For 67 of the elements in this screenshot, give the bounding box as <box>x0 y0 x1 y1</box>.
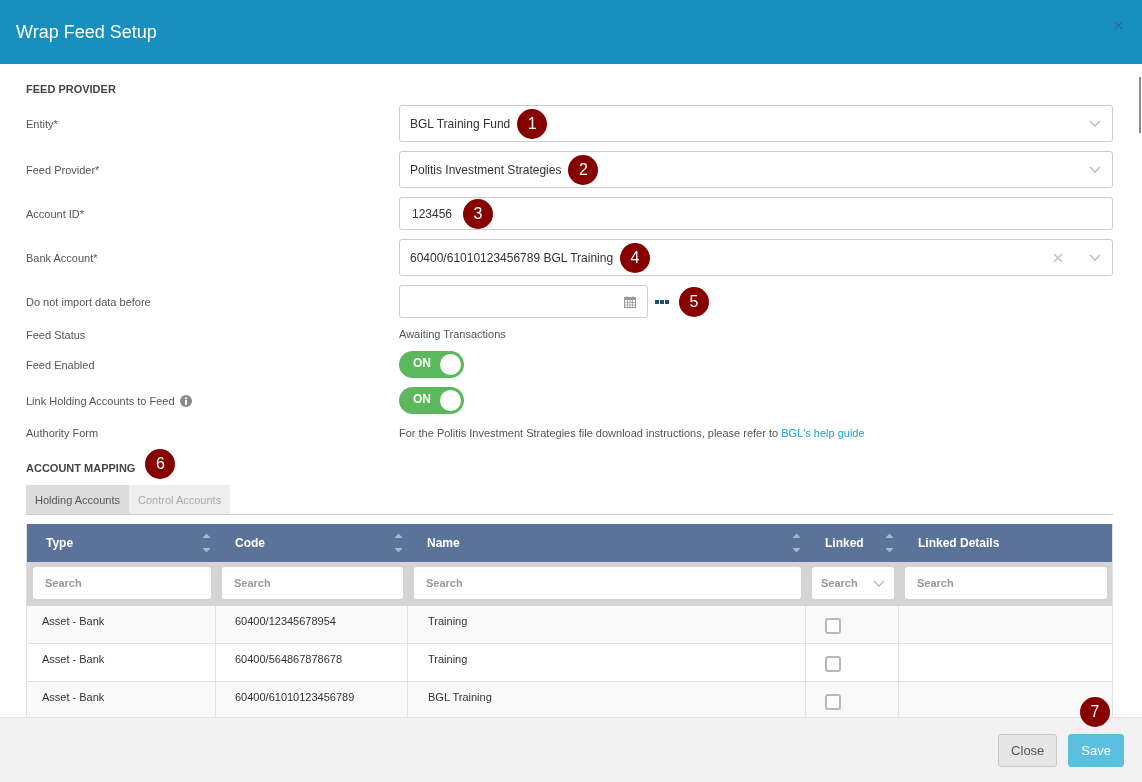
chevron-icon[interactable] <box>873 579 885 587</box>
toggle-switch[interactable]: ON <box>399 351 464 378</box>
dialog-title: Wrap Feed Setup <box>16 21 157 43</box>
column-header[interactable]: Name <box>408 524 806 562</box>
toggle-switch[interactable]: ON <box>399 387 464 414</box>
step-marker: 3 <box>463 198 494 229</box>
close-icon[interactable] <box>1114 20 1123 30</box>
filter-dropdown[interactable]: Search <box>812 567 894 599</box>
search-field[interactable]: Search <box>222 567 403 599</box>
sort-icon[interactable] <box>792 533 801 553</box>
field-label: Bank Account* <box>26 251 98 264</box>
step-marker: 5 <box>679 286 709 317</box>
search-field[interactable]: Search <box>905 567 1107 599</box>
section-heading: FEED PROVIDER <box>26 82 117 97</box>
chevron-icon[interactable] <box>1089 166 1101 173</box>
step-marker: 1 <box>517 108 548 139</box>
field-label: Do not import data before <box>26 295 151 308</box>
search-field[interactable]: Search <box>414 567 801 599</box>
text-field[interactable]: 123456 3 <box>399 197 1113 230</box>
field-label: Account ID* <box>26 207 85 220</box>
step-marker: 2 <box>568 154 599 185</box>
column-header[interactable]: Linked <box>806 524 899 562</box>
select-field[interactable]: Politis Investment Strategies 2 <box>399 151 1113 188</box>
step-marker: 7 <box>1080 697 1110 727</box>
table-cell: Asset - Bank <box>42 652 105 665</box>
column-header[interactable]: Code <box>216 524 408 562</box>
clear-icon[interactable] <box>1053 252 1063 263</box>
instruction-text: For the Politis Investment Strategies file download instructions, please refer to BGL's help guide <box>399 426 865 441</box>
field-label: Entity* <box>26 117 58 130</box>
sort-icon[interactable] <box>394 533 403 553</box>
field-label: Authority Form <box>26 427 99 439</box>
checkbox[interactable] <box>825 655 841 672</box>
date-field[interactable] <box>399 285 648 318</box>
info-icon[interactable] <box>179 394 192 407</box>
field-label: Feed Provider* <box>26 163 100 176</box>
table-cell: 60400/564867878678 <box>235 652 343 665</box>
table-cell: Asset - Bank <box>42 690 105 703</box>
select-field[interactable]: BGL Training Fund 1 <box>399 105 1113 142</box>
chevron-icon[interactable] <box>1089 254 1101 261</box>
table-cell: Training <box>428 652 468 665</box>
sort-icon[interactable] <box>202 533 211 553</box>
column-header[interactable]: Type <box>27 524 216 562</box>
table-cell: BGL Training <box>428 690 492 703</box>
table-cell: 60400/61010123456789 <box>235 690 355 703</box>
step-marker: 6 <box>145 449 176 479</box>
status-text: Awaiting Transactions <box>399 327 506 342</box>
more-icon[interactable] <box>655 299 669 304</box>
field-label: Feed Status <box>26 328 86 341</box>
column-header[interactable]: Linked Details <box>899 524 1112 562</box>
checkbox[interactable] <box>825 617 841 634</box>
step-marker: 4 <box>620 242 651 273</box>
search-field[interactable]: Search <box>33 567 211 599</box>
help-guide-link[interactable]: BGL's help guide <box>781 427 865 439</box>
table-cell: 60400/12345678954 <box>235 614 336 627</box>
chevron-icon[interactable] <box>1089 120 1101 127</box>
section-heading: ACCOUNT MAPPING <box>26 461 136 474</box>
scrollbar[interactable] <box>1139 77 1141 133</box>
checkbox[interactable] <box>825 693 841 710</box>
field-label: Link Holding Accounts to Feed <box>26 394 175 407</box>
tab[interactable]: Holding Accounts <box>26 485 129 514</box>
calendar-icon[interactable] <box>624 295 636 308</box>
table-cell: Asset - Bank <box>42 614 105 627</box>
sort-icon[interactable] <box>885 533 894 553</box>
select-field[interactable]: 60400/61010123456789 BGL Training 4 <box>399 239 1113 276</box>
table-cell: Training <box>428 614 468 627</box>
field-label: Feed Enabled <box>26 358 95 371</box>
close-button[interactable]: Close <box>998 733 1058 767</box>
